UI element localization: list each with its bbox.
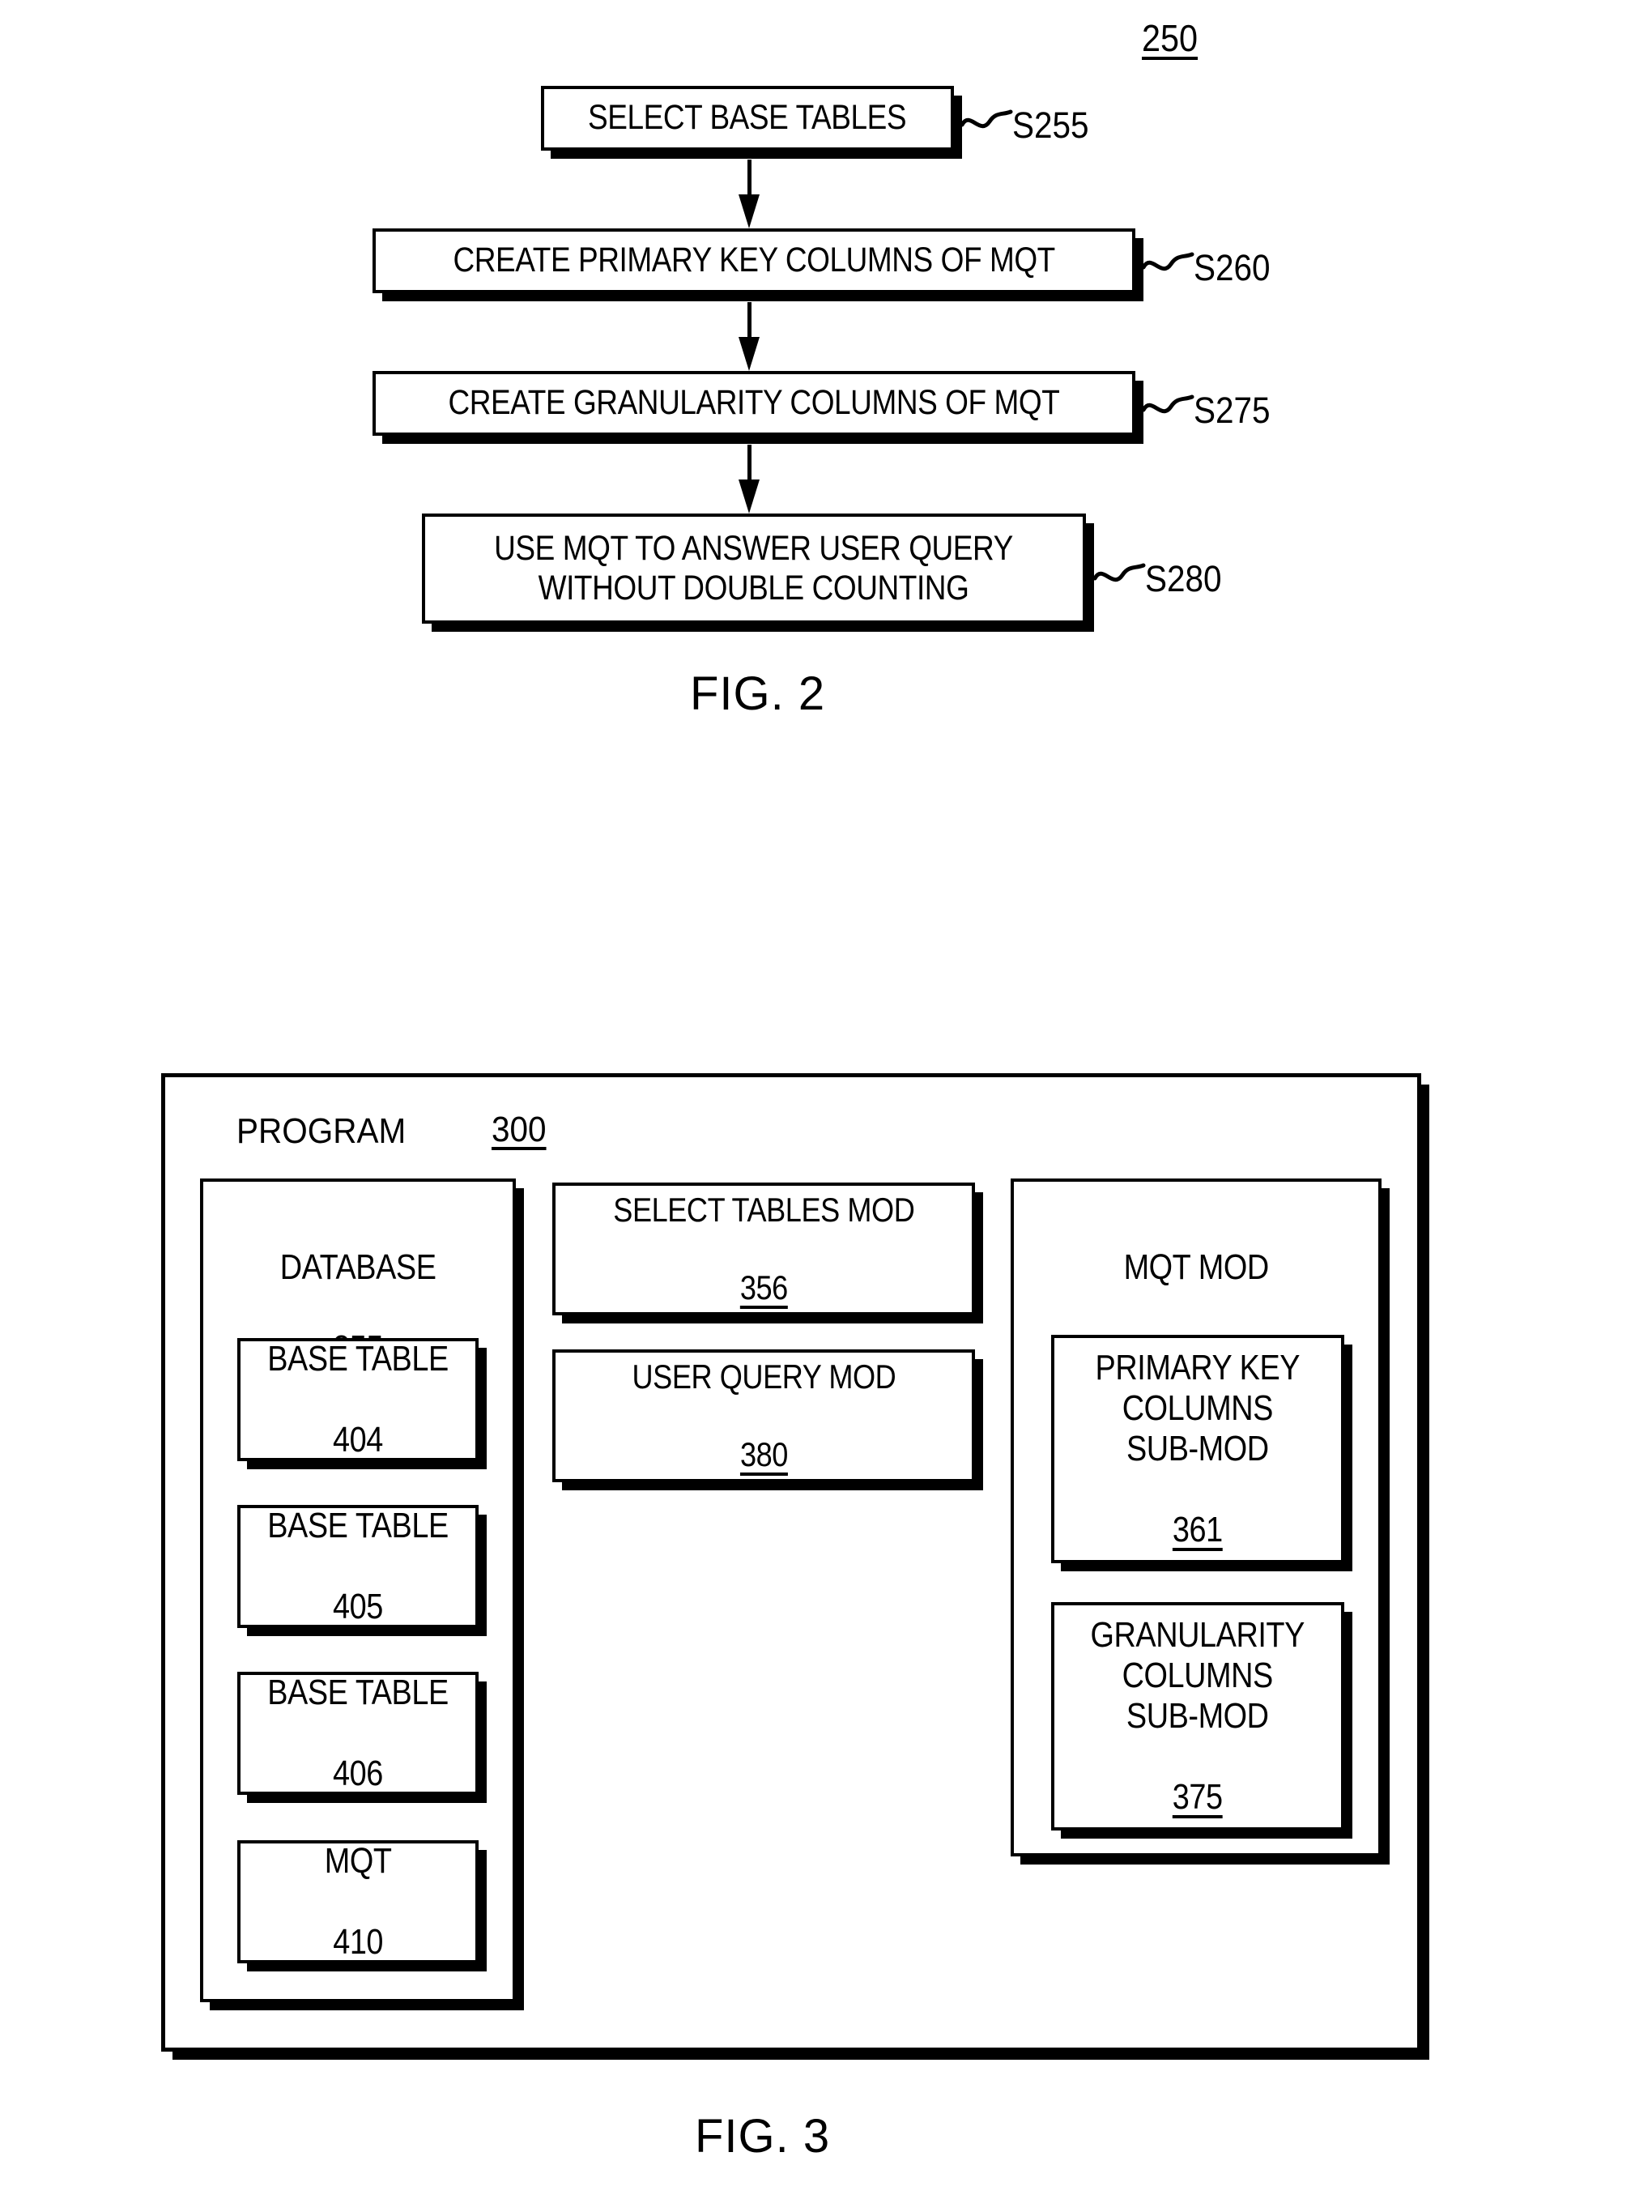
base-table-406-ref: 406 (333, 1754, 383, 1794)
base-table-404-ref: 404 (333, 1420, 383, 1460)
program-title: PROGRAM (236, 1111, 407, 1151)
figure-3: PROGRAM 300 DATABASE 355 BASE TABLE 404 … (0, 0, 1652, 2212)
base-table-406[interactable]: BASE TABLE 406 (237, 1672, 479, 1795)
granularity-columns-sub-mod-ref: 375 (1173, 1777, 1223, 1818)
select-tables-mod-ref: 356 (739, 1268, 788, 1306)
mqt-410-title: MQT (324, 1840, 392, 1881)
mqt-410-ref: 410 (333, 1922, 383, 1963)
primary-key-columns-sub-mod-ref: 361 (1173, 1510, 1223, 1550)
mqt-mod-title: MQT MOD (1123, 1247, 1269, 1288)
program-ref-number: 300 (492, 1110, 547, 1149)
patent-figure-sheet: 250 SELECT BASE TABLES S255 CREATE PRIMA… (0, 0, 1652, 2212)
granularity-columns-sub-mod[interactable]: GRANULARITY COLUMNS SUB-MOD 375 (1051, 1602, 1344, 1831)
user-query-mod-title: USER QUERY MOD (632, 1357, 896, 1396)
base-table-404[interactable]: BASE TABLE 404 (237, 1338, 479, 1461)
primary-key-columns-sub-mod-title: PRIMARY KEY COLUMNS SUB-MOD (1095, 1347, 1301, 1468)
select-tables-mod-title: SELECT TABLES MOD (612, 1191, 915, 1230)
user-query-mod-ref: 380 (739, 1434, 788, 1473)
user-query-mod[interactable]: USER QUERY MOD 380 (552, 1349, 975, 1482)
base-table-406-title: BASE TABLE (267, 1672, 449, 1712)
base-table-405-ref: 405 (333, 1587, 383, 1627)
granularity-columns-sub-mod-title: GRANULARITY COLUMNS SUB-MOD (1090, 1614, 1305, 1736)
figure-3-caption: FIG. 3 (695, 2110, 831, 2163)
base-table-405[interactable]: BASE TABLE 405 (237, 1505, 479, 1628)
database-title: DATABASE (279, 1247, 436, 1288)
base-table-404-title: BASE TABLE (267, 1338, 449, 1379)
select-tables-mod[interactable]: SELECT TABLES MOD 356 (552, 1183, 975, 1315)
base-table-405-title: BASE TABLE (267, 1505, 449, 1545)
primary-key-columns-sub-mod[interactable]: PRIMARY KEY COLUMNS SUB-MOD 361 (1051, 1335, 1344, 1563)
mqt-410[interactable]: MQT 410 (237, 1840, 479, 1963)
